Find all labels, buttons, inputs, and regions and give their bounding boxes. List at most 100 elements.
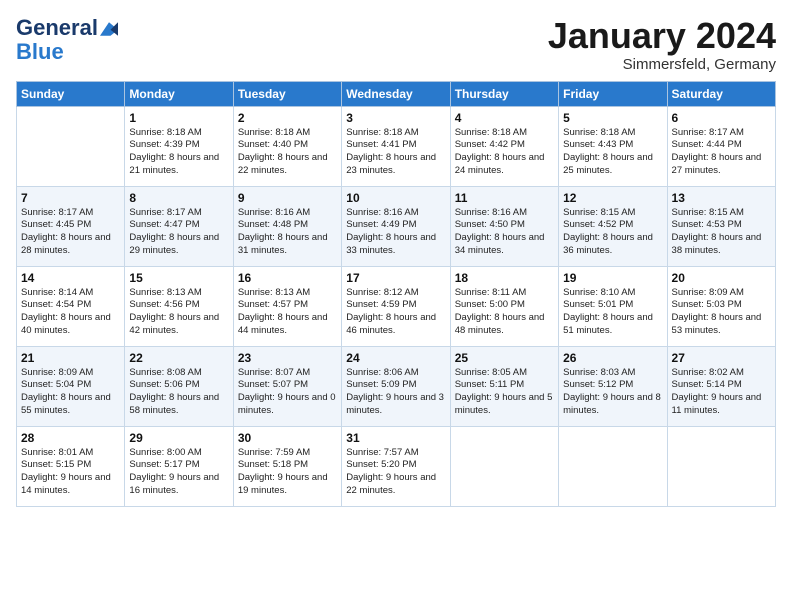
calendar-cell: 7 Sunrise: 8:17 AM Sunset: 4:45 PM Daylig…: [17, 186, 125, 266]
day-detail: Sunrise: 8:18 AM Sunset: 4:41 PM Dayligh…: [346, 127, 445, 178]
calendar-cell: 10Sunrise: 8:16 AM Sunset: 4:49 PM Dayli…: [342, 186, 450, 266]
weekday-header-friday: Friday: [559, 81, 667, 106]
day-number: 3: [346, 111, 445, 125]
calendar-cell: [559, 426, 667, 506]
day-number: 2: [238, 111, 337, 125]
day-number: 11: [455, 191, 554, 205]
day-number: 16: [238, 271, 337, 285]
day-detail: Sunrise: 8:00 AM Sunset: 5:17 PM Dayligh…: [129, 447, 228, 498]
calendar-cell: 25 Sunrise: 8:05 AM Sunset: 5:11 PM Dayli…: [450, 346, 558, 426]
day-number: 20: [672, 271, 771, 285]
calendar-cell: 3 Sunrise: 8:18 AM Sunset: 4:41 PM Daylig…: [342, 106, 450, 186]
day-detail: Sunrise: 8:16 AM Sunset: 4:50 PM Dayligh…: [455, 207, 554, 258]
day-number: 15: [129, 271, 228, 285]
day-number: 17: [346, 271, 445, 285]
calendar-cell: 16 Sunrise: 8:13 AM Sunset: 4:57 PM Dayli…: [233, 266, 341, 346]
calendar-cell: 26 Sunrise: 8:03 AM Sunset: 5:12 PM Dayli…: [559, 346, 667, 426]
day-detail: Sunrise: 8:14 AM Sunset: 4:54 PM Dayligh…: [21, 287, 120, 338]
day-number: 9: [238, 191, 337, 205]
calendar-cell: 23 Sunrise: 8:07 AM Sunset: 5:07 PM Dayli…: [233, 346, 341, 426]
calendar-cell: 11 Sunrise: 8:16 AM Sunset: 4:50 PM Dayli…: [450, 186, 558, 266]
calendar-cell: 19 Sunrise: 8:10 AM Sunset: 5:01 PM Dayli…: [559, 266, 667, 346]
calendar-cell: 9 Sunrise: 8:16 AM Sunset: 4:48 PM Daylig…: [233, 186, 341, 266]
calendar-cell: 1 Sunrise: 8:18 AM Sunset: 4:39 PM Daylig…: [125, 106, 233, 186]
calendar-cell: 14 Sunrise: 8:14 AM Sunset: 4:54 PM Dayli…: [17, 266, 125, 346]
calendar-cell: 15 Sunrise: 8:13 AM Sunset: 4:56 PM Dayli…: [125, 266, 233, 346]
calendar-cell: 4 Sunrise: 8:18 AM Sunset: 4:42 PM Daylig…: [450, 106, 558, 186]
day-detail: Sunrise: 8:18 AM Sunset: 4:40 PM Dayligh…: [238, 127, 337, 178]
calendar-cell: [17, 106, 125, 186]
day-number: 8: [129, 191, 228, 205]
day-detail: Sunrise: 8:01 AM Sunset: 5:15 PM Dayligh…: [21, 447, 120, 498]
day-detail: Sunrise: 8:08 AM Sunset: 5:06 PM Dayligh…: [129, 367, 228, 418]
day-detail: Sunrise: 8:02 AM Sunset: 5:14 PM Dayligh…: [672, 367, 771, 418]
day-number: 28: [21, 431, 120, 445]
day-number: 6: [672, 111, 771, 125]
day-number: 21: [21, 351, 120, 365]
day-detail: Sunrise: 8:10 AM Sunset: 5:01 PM Dayligh…: [563, 287, 662, 338]
day-number: 14: [21, 271, 120, 285]
calendar-cell: 21 Sunrise: 8:09 AM Sunset: 5:04 PM Dayli…: [17, 346, 125, 426]
day-number: 5: [563, 111, 662, 125]
day-detail: Sunrise: 8:09 AM Sunset: 5:03 PM Dayligh…: [672, 287, 771, 338]
day-detail: Sunrise: 8:17 AM Sunset: 4:47 PM Dayligh…: [129, 207, 228, 258]
day-detail: Sunrise: 8:18 AM Sunset: 4:42 PM Dayligh…: [455, 127, 554, 178]
calendar-cell: 8 Sunrise: 8:17 AM Sunset: 4:47 PM Daylig…: [125, 186, 233, 266]
day-detail: Sunrise: 8:03 AM Sunset: 5:12 PM Dayligh…: [563, 367, 662, 418]
weekday-header-monday: Monday: [125, 81, 233, 106]
day-detail: Sunrise: 8:16 AM Sunset: 4:48 PM Dayligh…: [238, 207, 337, 258]
day-number: 12: [563, 191, 662, 205]
day-detail: Sunrise: 8:17 AM Sunset: 4:44 PM Dayligh…: [672, 127, 771, 178]
day-detail: Sunrise: 8:09 AM Sunset: 5:04 PM Dayligh…: [21, 367, 120, 418]
calendar-cell: 6 Sunrise: 8:17 AM Sunset: 4:44 PM Daylig…: [667, 106, 775, 186]
page-header: General Blue January 2024 Simmersfeld, G…: [16, 16, 776, 73]
calendar-cell: 24Sunrise: 8:06 AM Sunset: 5:09 PM Dayli…: [342, 346, 450, 426]
day-detail: Sunrise: 8:15 AM Sunset: 4:53 PM Dayligh…: [672, 207, 771, 258]
day-detail: Sunrise: 7:59 AM Sunset: 5:18 PM Dayligh…: [238, 447, 337, 498]
day-number: 19: [563, 271, 662, 285]
calendar-cell: [667, 426, 775, 506]
day-number: 25: [455, 351, 554, 365]
day-number: 30: [238, 431, 337, 445]
weekday-header-thursday: Thursday: [450, 81, 558, 106]
day-detail: Sunrise: 8:06 AM Sunset: 5:09 PM Dayligh…: [346, 367, 445, 418]
day-number: 7: [21, 191, 120, 205]
calendar-cell: 31 Sunrise: 7:57 AM Sunset: 5:20 PM Dayli…: [342, 426, 450, 506]
day-detail: Sunrise: 8:16 AM Sunset: 4:49 PM Dayligh…: [346, 207, 445, 258]
day-detail: Sunrise: 8:13 AM Sunset: 4:57 PM Dayligh…: [238, 287, 337, 338]
day-detail: Sunrise: 8:18 AM Sunset: 4:39 PM Dayligh…: [129, 127, 228, 178]
weekday-header-tuesday: Tuesday: [233, 81, 341, 106]
calendar-cell: 17 Sunrise: 8:12 AM Sunset: 4:59 PM Dayli…: [342, 266, 450, 346]
calendar-cell: 18 Sunrise: 8:11 AM Sunset: 5:00 PM Dayli…: [450, 266, 558, 346]
calendar-cell: 22 Sunrise: 8:08 AM Sunset: 5:06 PM Dayli…: [125, 346, 233, 426]
day-number: 22: [129, 351, 228, 365]
day-detail: Sunrise: 8:13 AM Sunset: 4:56 PM Dayligh…: [129, 287, 228, 338]
day-detail: Sunrise: 7:57 AM Sunset: 5:20 PM Dayligh…: [346, 447, 445, 498]
day-number: 29: [129, 431, 228, 445]
title-block: January 2024 Simmersfeld, Germany: [548, 16, 776, 73]
day-number: 31: [346, 431, 445, 445]
day-detail: Sunrise: 8:15 AM Sunset: 4:52 PM Dayligh…: [563, 207, 662, 258]
calendar-cell: [450, 426, 558, 506]
day-number: 18: [455, 271, 554, 285]
day-detail: Sunrise: 8:11 AM Sunset: 5:00 PM Dayligh…: [455, 287, 554, 338]
calendar-cell: 20 Sunrise: 8:09 AM Sunset: 5:03 PM Dayli…: [667, 266, 775, 346]
day-detail: Sunrise: 8:12 AM Sunset: 4:59 PM Dayligh…: [346, 287, 445, 338]
day-number: 23: [238, 351, 337, 365]
day-number: 13: [672, 191, 771, 205]
calendar-cell: 13 Sunrise: 8:15 AM Sunset: 4:53 PM Dayli…: [667, 186, 775, 266]
logo-blue-text: Blue: [16, 39, 64, 64]
weekday-header-saturday: Saturday: [667, 81, 775, 106]
day-detail: Sunrise: 8:07 AM Sunset: 5:07 PM Dayligh…: [238, 367, 337, 418]
calendar-cell: 29 Sunrise: 8:00 AM Sunset: 5:17 PM Dayli…: [125, 426, 233, 506]
calendar-table: SundayMondayTuesdayWednesdayThursdayFrid…: [16, 81, 776, 507]
logo: General Blue: [16, 16, 118, 64]
day-detail: Sunrise: 8:17 AM Sunset: 4:45 PM Dayligh…: [21, 207, 120, 258]
day-detail: Sunrise: 8:05 AM Sunset: 5:11 PM Dayligh…: [455, 367, 554, 418]
day-number: 26: [563, 351, 662, 365]
day-number: 1: [129, 111, 228, 125]
day-number: 4: [455, 111, 554, 125]
calendar-cell: 28 Sunrise: 8:01 AM Sunset: 5:15 PM Dayli…: [17, 426, 125, 506]
day-detail: Sunrise: 8:18 AM Sunset: 4:43 PM Dayligh…: [563, 127, 662, 178]
calendar-cell: 27Sunrise: 8:02 AM Sunset: 5:14 PM Dayli…: [667, 346, 775, 426]
